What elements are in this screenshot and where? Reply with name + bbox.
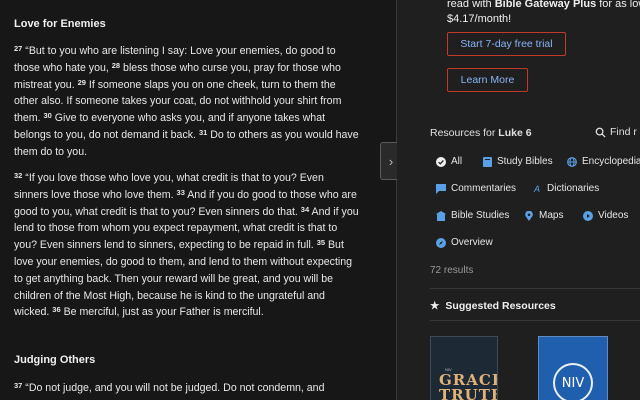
verse-number: 37 [14, 381, 23, 390]
filter-maps[interactable]: Maps [524, 210, 563, 221]
verse-number: 30 [43, 111, 52, 121]
verse-number: 35 [316, 238, 326, 248]
learn-more-button[interactable]: Learn More [447, 68, 528, 92]
compass-icon [436, 237, 446, 248]
play-icon [583, 210, 593, 221]
verse-number: 27 [14, 44, 23, 53]
filter-study-bibles[interactable]: Study Bibles [482, 156, 553, 167]
filter-all[interactable]: All [436, 156, 462, 167]
divider [430, 320, 640, 321]
plus-promo-text: read with Bible Gateway Plus for as low … [447, 0, 640, 25]
filter-dictionaries[interactable]: A Dictionaries [532, 183, 599, 194]
verse-number: 32 [14, 171, 23, 180]
passage-paragraph-2: 32 “If you love those who love you, what… [14, 170, 359, 321]
verse-number: 36 [52, 305, 61, 315]
globe-icon [567, 156, 577, 167]
verse-number: 31 [198, 127, 208, 137]
verse-number: 28 [111, 60, 121, 70]
suggested-resources-heading: ★ Suggested Resources [430, 300, 556, 312]
dictionary-icon: A [533, 183, 540, 194]
verse-number: 29 [77, 77, 86, 87]
verse-text: Be merciful, just as your Father is merc… [60, 306, 264, 319]
map-pin-icon [524, 210, 534, 221]
filter-encyclopedia[interactable]: Encyclopedia [567, 156, 640, 167]
divider [430, 288, 640, 289]
find-resources-button[interactable]: Find r [595, 126, 637, 138]
comment-icon [436, 183, 446, 194]
book-cover-title: GRACE TRUTH [439, 371, 498, 400]
filter-bible-studies[interactable]: Bible Studies [436, 210, 509, 221]
search-icon [595, 127, 606, 138]
bible-reader: Love for Enemies 27 “But to you who are … [0, 0, 396, 400]
passage-paragraph-1: 27 “But to you who are listening I say: … [14, 43, 359, 161]
resources-heading: Resources for Luke 6 [430, 127, 532, 139]
start-free-trial-button[interactable]: Start 7-day free trial [447, 32, 566, 56]
passage-paragraph-3: 37 “Do not judge, and you will not be ju… [14, 380, 359, 397]
filter-overview[interactable]: Overview [436, 237, 493, 248]
book-icon [482, 156, 492, 167]
section-heading-judging-others: Judging Others [14, 354, 96, 366]
study-icon [436, 210, 446, 221]
results-count: 72 results [430, 265, 474, 276]
star-icon: ★ [430, 300, 440, 312]
verse-number: 34 [300, 204, 310, 214]
filter-videos[interactable]: Videos [583, 210, 628, 221]
resources-sidebar: read with Bible Gateway Plus for as low … [397, 0, 640, 400]
chevron-right-icon: › [388, 153, 394, 169]
verse-text: “Do not judge, and you will not be judge… [22, 382, 325, 394]
verse-number: 33 [176, 187, 185, 197]
filter-commentaries[interactable]: Commentaries [436, 183, 516, 194]
check-circle-icon [436, 156, 446, 167]
niv-logo: NIV [553, 363, 593, 400]
section-heading-love-for-enemies: Love for Enemies [14, 18, 106, 30]
resource-book-niv[interactable]: NIV [538, 336, 608, 400]
resource-book-grace-truth[interactable]: NIV GRACE TRUTH [430, 336, 498, 400]
